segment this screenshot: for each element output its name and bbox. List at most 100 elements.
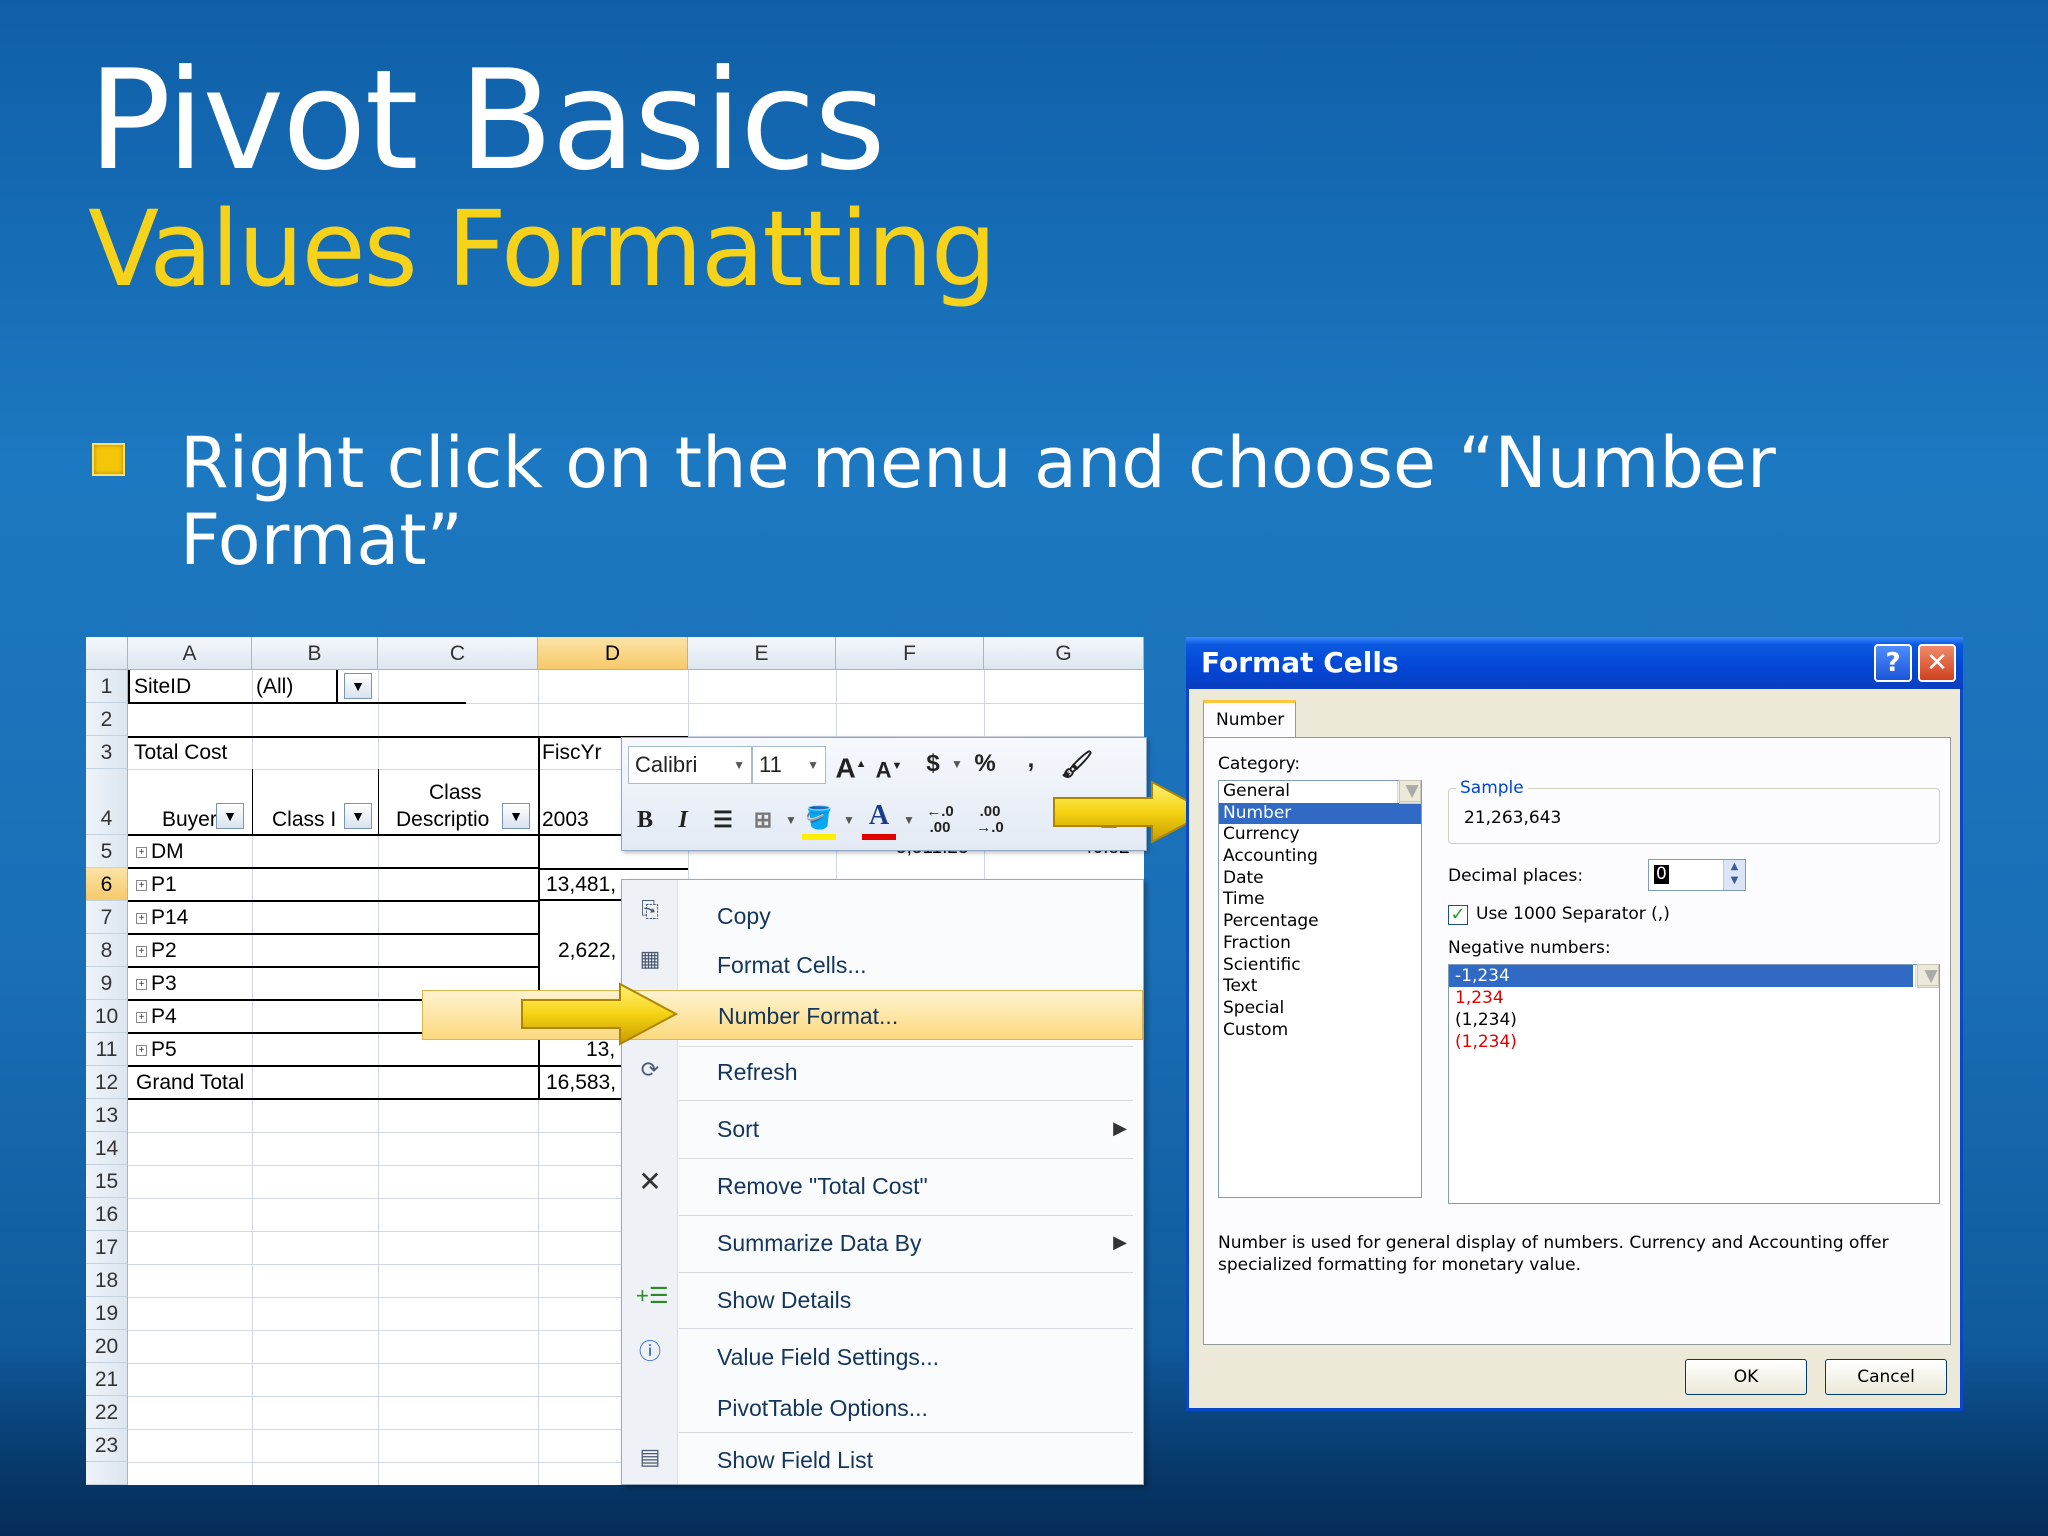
- scroll-down-icon[interactable]: ▼: [1917, 964, 1939, 986]
- column-header-c[interactable]: C: [378, 637, 538, 670]
- row-header[interactable]: 22: [86, 1396, 128, 1429]
- font-color-button[interactable]: A: [862, 798, 896, 840]
- menu-item-copy[interactable]: Copy: [679, 891, 1143, 941]
- negative-item[interactable]: 1,234: [1449, 987, 1939, 1009]
- row-header[interactable]: 19: [86, 1297, 128, 1330]
- tab-number[interactable]: Number: [1203, 700, 1296, 738]
- spinner-arrows-icon[interactable]: ▲ ▼: [1723, 860, 1745, 890]
- column-header-g[interactable]: G: [984, 637, 1144, 670]
- close-button[interactable]: ✕: [1918, 644, 1956, 682]
- category-list[interactable]: General Number Currency Accounting Date …: [1218, 780, 1422, 1198]
- category-item[interactable]: Currency: [1219, 824, 1421, 846]
- negative-item-selected[interactable]: -1,234: [1449, 965, 1913, 987]
- filter-dropdown-icon[interactable]: ▼: [344, 803, 372, 829]
- grow-font-button[interactable]: A▲: [834, 746, 868, 786]
- cell-a3[interactable]: Total Cost: [134, 737, 227, 768]
- decimal-places-value[interactable]: 0: [1654, 865, 1669, 884]
- cell-d6[interactable]: 13,481,: [546, 869, 616, 900]
- expand-icon[interactable]: +: [136, 945, 147, 957]
- category-item[interactable]: Text: [1219, 976, 1421, 998]
- font-name-box[interactable]: Calibri ▼: [628, 746, 752, 784]
- category-item[interactable]: Accounting: [1219, 846, 1421, 868]
- row-header[interactable]: 8: [86, 934, 128, 967]
- decimal-places-spinner[interactable]: 0 ▲ ▼: [1648, 859, 1746, 891]
- cell-a1[interactable]: SiteID: [134, 671, 191, 702]
- category-item[interactable]: Date: [1219, 868, 1421, 890]
- menu-item-show-field-list[interactable]: Show Field List: [679, 1435, 1143, 1485]
- row-header[interactable]: 2: [86, 703, 128, 736]
- column-header-e[interactable]: E: [688, 637, 836, 670]
- row-header[interactable]: 20: [86, 1330, 128, 1363]
- increase-decimal-button[interactable]: ←.0 .00: [918, 804, 962, 836]
- ok-button[interactable]: OK: [1685, 1359, 1807, 1395]
- row-label-p14[interactable]: + P14: [136, 902, 188, 933]
- filter-dropdown-icon[interactable]: ▼: [216, 803, 244, 829]
- row-header[interactable]: 14: [86, 1132, 128, 1165]
- cell-grand-total[interactable]: Grand Total: [136, 1067, 244, 1098]
- cell-d12[interactable]: 16,583,: [546, 1067, 616, 1098]
- cell-d8[interactable]: 2,622,: [558, 935, 616, 966]
- column-header-d[interactable]: D: [538, 637, 688, 670]
- menu-item-pivottable-options[interactable]: PivotTable Options...: [679, 1383, 1143, 1433]
- row-label-dm[interactable]: + DM: [136, 836, 184, 867]
- row-label-p1[interactable]: + P1: [136, 869, 177, 900]
- row-header[interactable]: 15: [86, 1165, 128, 1198]
- expand-icon[interactable]: +: [136, 978, 147, 990]
- expand-icon[interactable]: +: [136, 912, 147, 924]
- category-item[interactable]: Percentage: [1219, 911, 1421, 933]
- negative-numbers-list[interactable]: -1,234 1,234 (1,234) (1,234) ▲ ▼: [1448, 964, 1940, 1204]
- row-header[interactable]: 18: [86, 1264, 128, 1297]
- negative-item[interactable]: (1,234): [1449, 1009, 1939, 1031]
- cell-d4[interactable]: 2003: [542, 804, 589, 835]
- center-align-icon[interactable]: ☰: [706, 802, 740, 838]
- category-item[interactable]: Custom: [1219, 1020, 1421, 1042]
- shrink-font-button[interactable]: A▼: [872, 748, 906, 788]
- row-header[interactable]: 7: [86, 901, 128, 934]
- fill-color-icon[interactable]: 🪣: [802, 800, 836, 840]
- category-item[interactable]: General: [1219, 781, 1421, 803]
- column-header-b[interactable]: B: [252, 637, 378, 670]
- italic-button[interactable]: I: [666, 802, 700, 838]
- row-label-p3[interactable]: + P3: [136, 968, 177, 999]
- row-header[interactable]: 1: [86, 670, 128, 703]
- menu-item-sort[interactable]: Sort: [679, 1104, 1143, 1154]
- category-item[interactable]: Scientific: [1219, 955, 1421, 977]
- row-header[interactable]: 16: [86, 1198, 128, 1231]
- category-item-selected[interactable]: Number: [1219, 802, 1421, 825]
- row-label-p2[interactable]: + P2: [136, 935, 177, 966]
- cell-d3[interactable]: FiscYr: [542, 737, 602, 768]
- row-header[interactable]: 11: [86, 1033, 128, 1066]
- row-label-p5[interactable]: + P5: [136, 1034, 177, 1065]
- row-header[interactable]: 12: [86, 1066, 128, 1099]
- expand-icon[interactable]: +: [136, 846, 147, 858]
- decrease-decimal-button[interactable]: .00 →.0: [968, 804, 1012, 836]
- cancel-button[interactable]: Cancel: [1825, 1359, 1947, 1395]
- row-header[interactable]: 6: [86, 868, 128, 901]
- row-header[interactable]: 5: [86, 835, 128, 868]
- font-size-box[interactable]: 11 ▼: [752, 746, 826, 784]
- row-header[interactable]: 21: [86, 1363, 128, 1396]
- filter-dropdown-icon[interactable]: ▼: [502, 803, 530, 829]
- cell-b1[interactable]: (All): [256, 671, 293, 702]
- row-header[interactable]: 17: [86, 1231, 128, 1264]
- percent-button[interactable]: %: [968, 746, 1002, 782]
- scrollbar[interactable]: ▲ ▼: [1397, 780, 1421, 804]
- help-button[interactable]: ?: [1874, 644, 1912, 682]
- comma-button[interactable]: ,: [1014, 742, 1048, 778]
- expand-icon[interactable]: +: [136, 1011, 147, 1023]
- category-item[interactable]: Special: [1219, 998, 1421, 1020]
- select-all-corner[interactable]: [86, 637, 128, 670]
- menu-item-refresh[interactable]: Refresh: [679, 1047, 1143, 1097]
- chevron-down-icon[interactable]: ▼: [832, 802, 866, 838]
- category-item[interactable]: Fraction: [1219, 933, 1421, 955]
- negative-item[interactable]: (1,234): [1449, 1031, 1939, 1053]
- use-separator-checkbox[interactable]: ✓: [1448, 905, 1468, 925]
- row-header[interactable]: 23: [86, 1429, 128, 1462]
- menu-item-remove[interactable]: Remove "Total Cost": [679, 1161, 1143, 1211]
- column-header-a[interactable]: A: [128, 637, 252, 670]
- filter-dropdown-icon[interactable]: ▼: [344, 673, 372, 699]
- format-painter-icon[interactable]: 🖌: [1060, 746, 1094, 782]
- row-header[interactable]: 9: [86, 967, 128, 1000]
- scrollbar[interactable]: ▲ ▼: [1915, 964, 1939, 988]
- row-header[interactable]: 13: [86, 1099, 128, 1132]
